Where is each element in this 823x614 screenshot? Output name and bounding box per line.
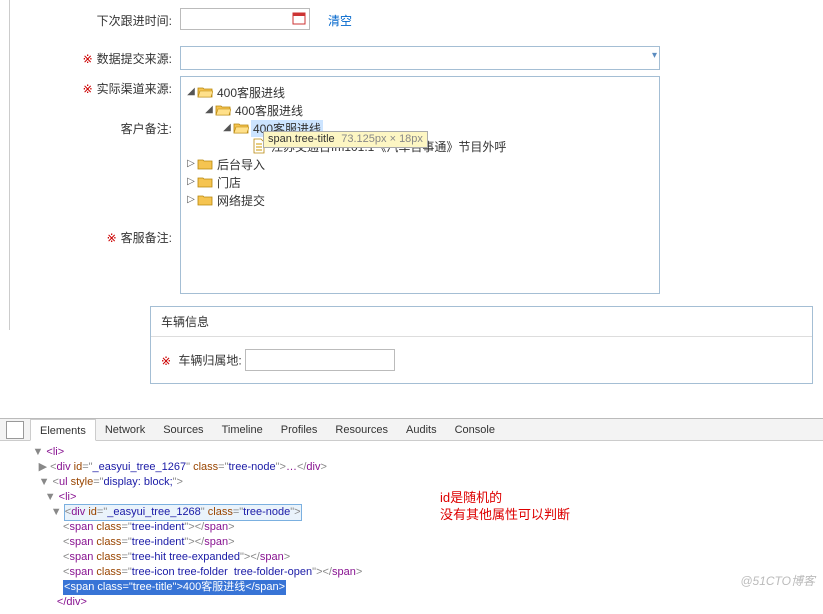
dom-line[interactable]: ▼ <li> <box>8 445 815 460</box>
tree-title[interactable]: 门店 <box>215 174 243 191</box>
watermark: @51CTO博客 <box>740 572 815 589</box>
devtools-tab-resources[interactable]: Resources <box>326 419 397 441</box>
expand-icon[interactable]: ▷ <box>185 191 197 209</box>
dom-line[interactable]: <span class="tree-hit tree-expanded"></s… <box>8 550 815 565</box>
tree-title[interactable]: 网络提交 <box>215 192 267 209</box>
required-mark: ※ <box>83 52 93 66</box>
devtools-tab-network[interactable]: Network <box>96 419 154 441</box>
dom-line[interactable]: <span class="tree-icon tree-folder tree-… <box>8 565 815 580</box>
expand-icon[interactable]: ▷ <box>185 155 197 173</box>
dom-line[interactable]: </div> <box>8 595 815 610</box>
tooltip-selector: span.tree-title <box>268 133 335 145</box>
devtools-tab-sources[interactable]: Sources <box>154 419 212 441</box>
next-follow-input[interactable] <box>180 8 310 30</box>
required-mark: ※ <box>83 82 93 96</box>
row-data-source: ※数据提交来源: ▾ <box>10 46 823 70</box>
expand-icon[interactable]: ▷ <box>185 173 197 191</box>
tree-node[interactable]: ▷ 门店 <box>185 173 655 191</box>
tree-node[interactable]: ▷ 后台导入 <box>185 155 655 173</box>
devtools-tab-timeline[interactable]: Timeline <box>213 419 272 441</box>
dom-line[interactable]: <span class="tree-indent"></span> <box>8 535 815 550</box>
vehicle-section: 车辆信息 ※ 车辆归属地: <box>150 306 813 384</box>
devtools-tab-audits[interactable]: Audits <box>397 419 446 441</box>
tree-title[interactable]: 400客服进线 <box>215 84 287 101</box>
dom-line[interactable]: ▼ <div id="_easyui_tree_1268" class="tre… <box>8 505 815 520</box>
folder-closed-icon <box>197 156 213 172</box>
devtools-tab-elements[interactable]: Elements <box>30 419 96 441</box>
label-cust-remark: 客户备注: <box>10 116 180 137</box>
tooltip-dims: 73.125px × 18px <box>341 133 423 145</box>
left-border <box>2 0 10 330</box>
dom-line[interactable]: ▼ <li> <box>8 490 815 505</box>
tree-title[interactable]: 后台导入 <box>215 156 267 173</box>
expand-icon[interactable] <box>239 137 251 155</box>
dom-line[interactable]: ▼ <ul style="display: block;"> <box>8 475 815 490</box>
tree-node[interactable]: ▷ 网络提交 <box>185 191 655 209</box>
calendar-icon[interactable] <box>292 11 306 25</box>
folder-closed-icon <box>197 192 213 208</box>
row-channel: ※实际渠道来源: ◢400客服进线◢400客服进线◢400客服进线江苏交通台fm… <box>10 76 823 294</box>
section-title: 车辆信息 <box>151 307 812 337</box>
devtools-panel: ElementsNetworkSourcesTimelineProfilesRe… <box>0 418 823 593</box>
vehicle-input[interactable] <box>245 349 395 371</box>
chevron-down-icon[interactable]: ▾ <box>652 50 657 61</box>
data-source-combo[interactable]: ▾ <box>180 46 660 70</box>
required-mark: ※ <box>161 354 171 368</box>
dom-line[interactable]: ▶ <div id="_easyui_tree_1267" class="tre… <box>8 460 815 475</box>
tree-panel: ◢400客服进线◢400客服进线◢400客服进线江苏交通台fm101.1《汽车百… <box>180 76 660 294</box>
devtools-tab-profiles[interactable]: Profiles <box>272 419 327 441</box>
clear-link[interactable]: 清空 <box>328 8 352 29</box>
folder-open-icon <box>215 102 231 118</box>
devtools-dom-tree[interactable]: ▼ <li> ▶ <div id="_easyui_tree_1267" cla… <box>0 441 823 614</box>
label-data-source: ※数据提交来源: <box>10 46 180 67</box>
label-vehicle: 车辆归属地: <box>178 354 241 368</box>
expand-icon[interactable]: ◢ <box>203 101 215 119</box>
label-cs-remark: ※客服备注: <box>10 225 180 246</box>
devtools-tab-console[interactable]: Console <box>446 419 504 441</box>
label-next-follow: 下次跟进时间: <box>10 8 180 29</box>
devtools-tabs: ElementsNetworkSourcesTimelineProfilesRe… <box>0 419 823 441</box>
folder-open-icon <box>233 120 249 136</box>
tree-title[interactable]: 400客服进线 <box>233 102 305 119</box>
section-body: ※ 车辆归属地: <box>151 337 812 383</box>
form-area: 下次跟进时间: 清空 ※数据提交来源: ▾ ※实际渠道来源: ◢400客服进线◢… <box>0 0 823 246</box>
inspect-icon[interactable] <box>6 421 24 439</box>
tree-node[interactable]: ◢ 400客服进线 <box>185 101 655 119</box>
row-next-follow: 下次跟进时间: 清空 <box>10 8 823 30</box>
dom-line[interactable]: <span class="tree-indent"></span> <box>8 520 815 535</box>
folder-closed-icon <box>197 174 213 190</box>
annotation-text: id是随机的 没有其他属性可以判断 <box>440 489 570 523</box>
label-channel: ※实际渠道来源: <box>10 76 180 97</box>
devtools-hover-tooltip: span.tree-title 73.125px × 18px <box>263 131 428 148</box>
expand-icon[interactable]: ◢ <box>221 119 233 137</box>
tree-node[interactable]: ◢ 400客服进线 <box>185 83 655 101</box>
folder-open-icon <box>197 84 213 100</box>
date-wrap <box>180 8 310 30</box>
expand-icon[interactable]: ◢ <box>185 83 197 101</box>
required-mark: ※ <box>107 231 117 245</box>
